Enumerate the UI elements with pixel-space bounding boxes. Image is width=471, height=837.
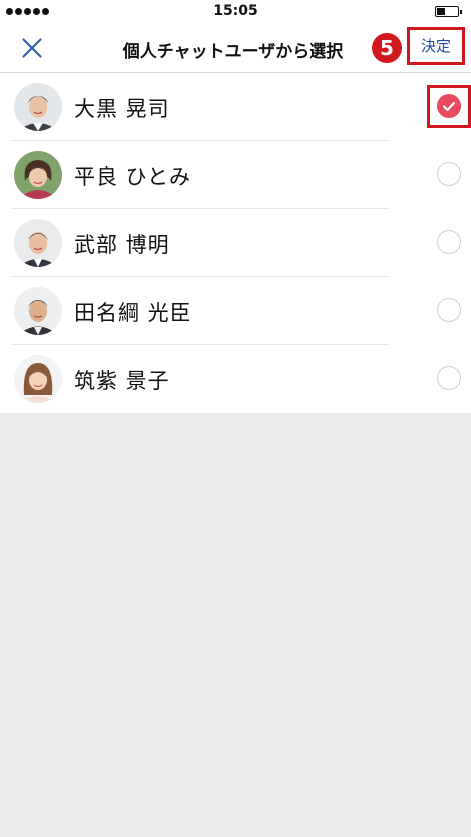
confirm-button[interactable]: 決定 — [407, 27, 465, 65]
user-row[interactable]: 田名綱 光臣 — [0, 277, 471, 345]
user-name: 田名綱 光臣 — [74, 301, 192, 325]
user-row[interactable]: 武部 博明 — [0, 209, 471, 277]
avatar — [14, 355, 62, 403]
user-row[interactable]: 大黒 晃司 — [0, 73, 471, 141]
user-row[interactable]: 筑紫 景子 — [0, 345, 471, 413]
user-name: 大黒 晃司 — [74, 97, 170, 121]
user-name: 平良 ひとみ — [74, 165, 192, 189]
step-number-badge: 5 — [372, 33, 402, 63]
user-list: 大黒 晃司 平良 ひとみ 武部 博明 田名綱 光臣 筑紫 景子 — [0, 73, 471, 413]
battery-icon — [435, 6, 462, 17]
status-bar: 15:05 — [0, 0, 471, 24]
status-time: 15:05 — [213, 3, 258, 19]
avatar — [14, 287, 62, 335]
close-button[interactable] — [16, 32, 48, 64]
select-checkbox[interactable] — [437, 366, 461, 390]
close-x-icon — [22, 38, 42, 58]
avatar — [14, 151, 62, 199]
select-checkbox[interactable] — [437, 162, 461, 186]
avatar — [14, 83, 62, 131]
select-checkbox[interactable] — [437, 230, 461, 254]
navigation-bar: 個人チャットユーザから選択 5 決定 — [0, 24, 471, 73]
select-checkbox[interactable] — [437, 298, 461, 322]
user-name: 武部 博明 — [74, 233, 170, 257]
highlight-frame — [427, 85, 471, 128]
page-title: 個人チャットユーザから選択 — [122, 42, 344, 62]
user-name: 筑紫 景子 — [74, 369, 170, 393]
avatar — [14, 219, 62, 267]
user-row[interactable]: 平良 ひとみ — [0, 141, 471, 209]
